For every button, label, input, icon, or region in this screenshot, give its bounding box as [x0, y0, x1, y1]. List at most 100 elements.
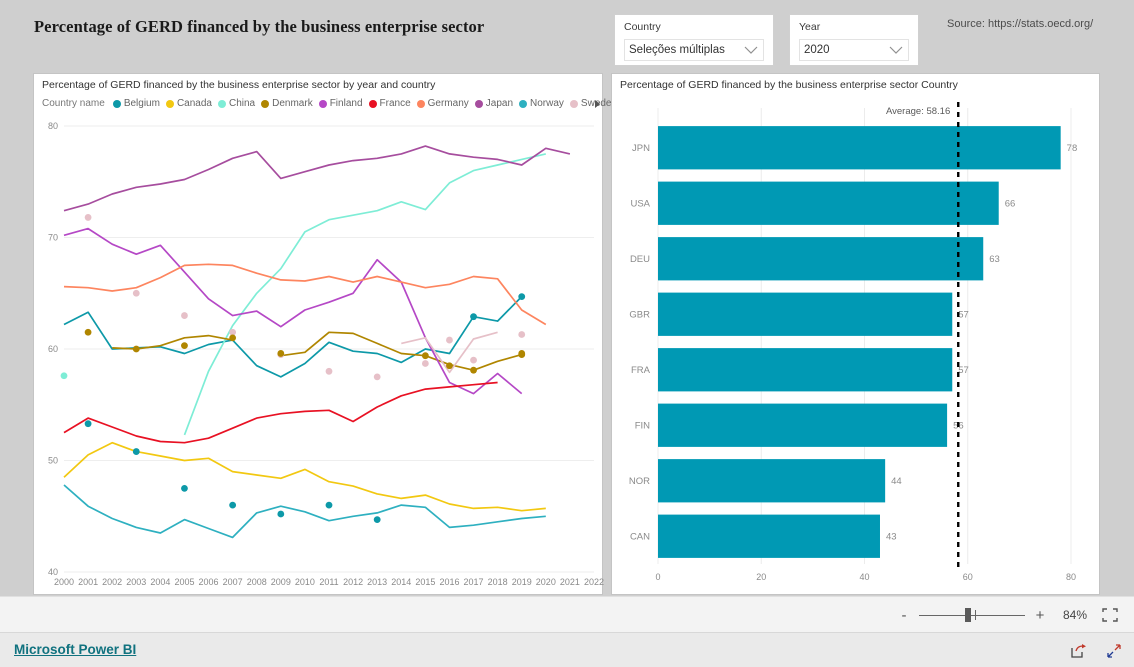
- zoom-slider-thumb[interactable]: [965, 608, 971, 622]
- bar-category-label: DEU: [630, 254, 650, 265]
- x-axis-tick-label: 2008: [247, 577, 267, 587]
- x-axis-tick-label: 2000: [54, 577, 74, 587]
- y-axis-tick-label: 40: [48, 567, 58, 577]
- bar[interactable]: [658, 292, 953, 336]
- bar-category-label: CAN: [630, 531, 650, 542]
- legend-item-label: Belgium: [123, 98, 160, 109]
- legend-item[interactable]: Norway: [519, 98, 564, 109]
- report-canvas: Percentage of GERD financed by the busin…: [0, 0, 1134, 596]
- x-axis-tick-label: 80: [1066, 572, 1076, 582]
- data-point-marker: [518, 293, 526, 300]
- x-axis-tick-label: 2006: [199, 577, 219, 587]
- line-chart-visual[interactable]: Percentage of GERD financed by the busin…: [33, 73, 617, 595]
- bar-category-label: FRA: [631, 365, 651, 376]
- data-point-marker: [421, 360, 429, 367]
- line-series: [280, 331, 522, 372]
- legend-color-swatch: [318, 99, 327, 108]
- legend-item-label: Denmark: [272, 98, 313, 109]
- fit-to-screen-icon[interactable]: [1102, 608, 1118, 622]
- legend-item-label: China: [228, 98, 256, 109]
- slicer-year-dropdown[interactable]: 2020: [799, 39, 909, 61]
- source-label: Source: https://stats.oecd.org/: [947, 18, 1094, 30]
- line-series: [63, 381, 498, 444]
- slicer-country-value: Seleções múltiplas: [629, 44, 725, 56]
- bar[interactable]: [658, 348, 953, 392]
- x-axis-tick-label: 40: [859, 572, 869, 582]
- legend-color-swatch: [569, 99, 578, 108]
- data-point-marker: [181, 342, 188, 350]
- share-icon[interactable]: [1070, 643, 1086, 659]
- bar[interactable]: [658, 514, 880, 558]
- legend-item[interactable]: China: [217, 98, 256, 109]
- line-series: [63, 484, 546, 539]
- full-screen-icon[interactable]: [1106, 643, 1122, 659]
- legend-color-swatch: [474, 99, 483, 108]
- slicer-year-value: 2020: [804, 44, 830, 56]
- bar-value-label: 44: [891, 476, 902, 487]
- bar[interactable]: [658, 126, 1061, 170]
- x-axis-tick-label: 0: [655, 572, 660, 582]
- data-point-marker: [470, 366, 477, 374]
- legend-item[interactable]: Belgium: [112, 98, 160, 109]
- legend-color-swatch: [416, 99, 425, 108]
- line-chart-title: Percentage of GERD financed by the busin…: [42, 79, 436, 91]
- x-axis-tick-label: 2002: [102, 577, 122, 587]
- x-axis-tick-label: 2009: [271, 577, 291, 587]
- y-axis-tick-label: 70: [48, 233, 58, 243]
- legend-item[interactable]: Finland: [318, 98, 363, 109]
- zoom-out-button[interactable]: -: [898, 608, 910, 623]
- legend-item[interactable]: Germany: [416, 98, 469, 109]
- x-axis-tick-label: 2003: [126, 577, 146, 587]
- x-axis-tick-label: 2019: [512, 577, 532, 587]
- data-point-marker: [373, 373, 381, 381]
- legend-next-arrow-icon[interactable]: [595, 100, 600, 108]
- legend-item[interactable]: France: [368, 98, 411, 109]
- x-axis-tick-label: 2004: [150, 577, 170, 587]
- x-axis-tick-label: 2018: [488, 577, 508, 587]
- legend-color-swatch: [261, 99, 270, 108]
- legend-item-label: France: [379, 98, 411, 109]
- power-bi-brand-link[interactable]: Microsoft Power BI: [14, 642, 136, 657]
- data-point-marker: [446, 362, 453, 370]
- bar-value-label: 78: [1067, 143, 1078, 154]
- status-bar: - + 84%: [0, 596, 1134, 632]
- data-point-marker: [132, 345, 140, 353]
- slicer-year[interactable]: Year 2020: [789, 14, 919, 66]
- legend-item-label: Canada: [176, 98, 212, 109]
- bar[interactable]: [658, 237, 984, 281]
- legend-item[interactable]: Japan: [474, 98, 513, 109]
- y-axis-tick-label: 60: [48, 344, 58, 354]
- legend-item[interactable]: Sweden: [569, 98, 617, 109]
- legend-item[interactable]: Canada: [165, 98, 212, 109]
- zoom-slider[interactable]: [919, 608, 1025, 622]
- zoom-in-button[interactable]: +: [1034, 608, 1046, 623]
- bar[interactable]: [658, 459, 886, 503]
- slicer-country[interactable]: Country Seleções múltiplas: [614, 14, 774, 66]
- line-series: [112, 334, 233, 350]
- data-point-marker: [229, 501, 237, 509]
- line-chart-plot: 40 50 60 70 80 2000 2001 2002 2003 2004 2005 2006 20…: [34, 118, 604, 594]
- bar-category-label: NOR: [629, 476, 650, 487]
- bar[interactable]: [658, 403, 948, 447]
- legend-item[interactable]: Denmark: [261, 98, 313, 109]
- data-point-marker: [325, 367, 333, 375]
- x-axis-tick-label: 2001: [78, 577, 98, 587]
- y-axis-tick-label: 50: [48, 456, 58, 466]
- bar-chart-svg: 020406080JPN78USA66DEU63GBR57FRA57FIN56N…: [629, 102, 1078, 582]
- x-axis-tick-label: 2015: [415, 577, 435, 587]
- bar-chart-visual[interactable]: Percentage of GERD financed by the busin…: [611, 73, 1100, 595]
- legend-color-swatch: [368, 99, 377, 108]
- x-axis-tick-label: 2022: [584, 577, 604, 587]
- bar-value-label: 63: [989, 254, 1000, 265]
- slicer-year-label: Year: [799, 21, 821, 33]
- bar-chart-plot: 020406080JPN78USA66DEU63GBR57FRA57FIN56N…: [612, 96, 1101, 594]
- bar[interactable]: [658, 181, 999, 225]
- data-point-marker: [132, 289, 140, 297]
- chevron-down-icon: [889, 46, 903, 55]
- bar-chart-title: Percentage of GERD financed by the busin…: [620, 79, 958, 91]
- x-axis-tick-label: 2011: [319, 577, 338, 587]
- legend-color-swatch: [112, 99, 121, 108]
- data-point-marker: [277, 510, 285, 518]
- legend-color-swatch: [519, 99, 528, 108]
- slicer-country-dropdown[interactable]: Seleções múltiplas: [624, 39, 764, 61]
